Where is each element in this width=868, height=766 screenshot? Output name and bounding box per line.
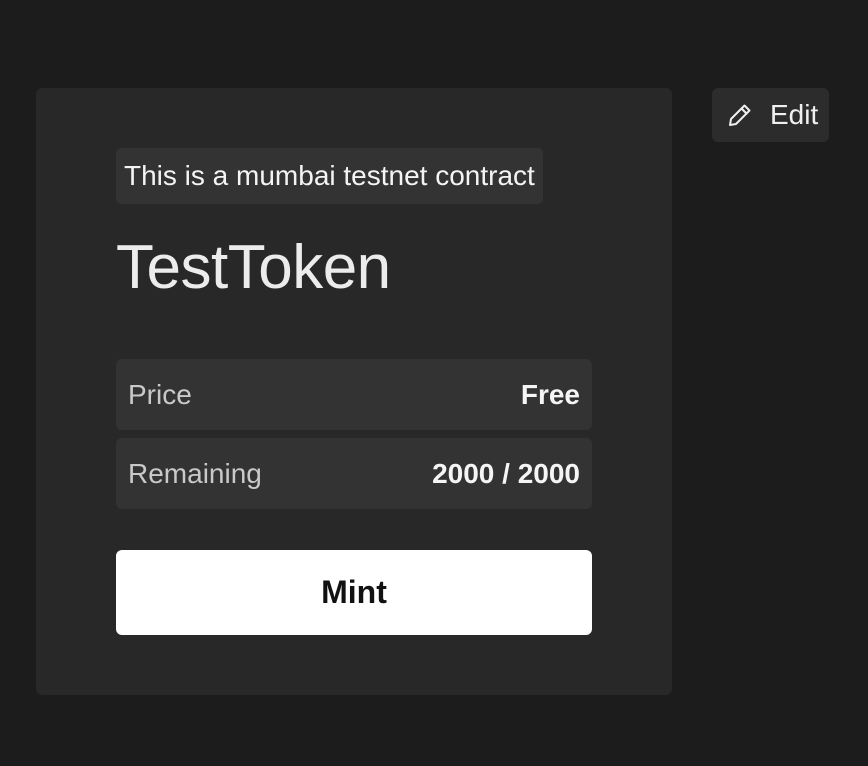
mint-button[interactable]: Mint [116,550,592,635]
edit-button[interactable]: Edit [712,88,829,142]
remaining-label: Remaining [128,457,262,489]
price-value: Free [520,378,580,410]
remaining-row: Remaining 2000 / 2000 [116,438,592,509]
testnet-notice: This is a mumbai testnet contract [116,148,543,204]
remaining-value: 2000 / 2000 [432,457,580,489]
edit-label: Edit [770,99,819,130]
price-label: Price [128,378,192,410]
token-title: TestToken [116,233,391,302]
mint-card: This is a mumbai testnet contract TestTo… [36,88,672,695]
price-row: Price Free [116,359,592,430]
pencil-icon [726,101,754,129]
